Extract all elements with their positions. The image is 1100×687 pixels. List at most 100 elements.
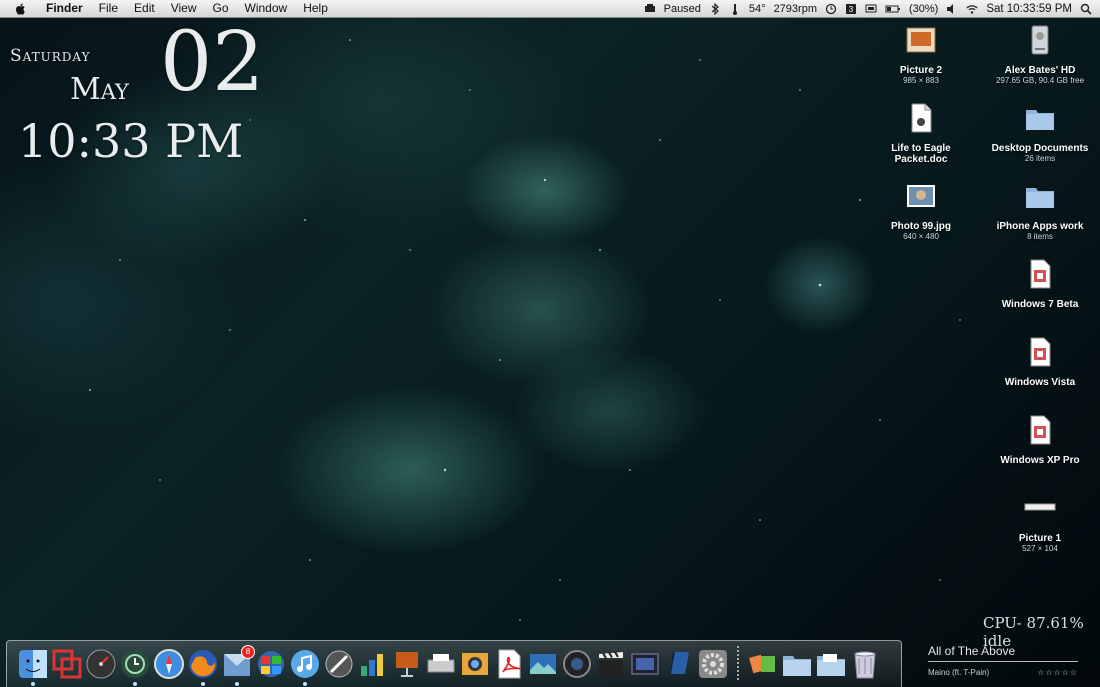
dock-applications-stack[interactable] xyxy=(747,648,779,680)
menu-file[interactable]: File xyxy=(91,0,126,17)
desktop-icon-label: Desktop Documents xyxy=(991,143,1089,154)
itunes-icon xyxy=(291,650,319,678)
clock-day: Saturday xyxy=(10,46,91,66)
book-icon xyxy=(669,652,689,674)
bluetooth-icon[interactable] xyxy=(709,2,721,15)
now-playing-row: Maino (ft. T-Pain) ☆☆☆☆☆ xyxy=(928,668,1078,677)
desktop-icon-life-to-eagle[interactable]: Life to Eagle Packet.doc xyxy=(866,102,976,165)
unread-badge: 8 xyxy=(241,645,255,659)
running-indicator xyxy=(31,682,35,686)
dock-acrobat[interactable] xyxy=(493,648,525,680)
dock-divider xyxy=(737,646,739,682)
desktop-icon-desktop-documents[interactable]: Desktop Documents 26 items xyxy=(985,102,1095,164)
dock-film[interactable] xyxy=(629,648,661,680)
dock-time-machine[interactable] xyxy=(119,648,151,686)
dock-itunes[interactable] xyxy=(289,648,321,686)
desktop-icon-windows-xp-pro[interactable]: Windows XP Pro xyxy=(985,414,1095,466)
fan-speed-readout[interactable]: 2793rpm xyxy=(774,3,817,15)
dock-folder-stack-1[interactable] xyxy=(781,648,813,680)
numbers-icon xyxy=(361,654,383,676)
temperature-readout[interactable]: 54° xyxy=(749,3,766,15)
clock-time: 10:33 PM xyxy=(18,114,244,168)
running-indicator xyxy=(303,682,307,686)
desktop-icon-hard-drive[interactable]: Alex Bates' HD 297.65 GB, 90.4 GB free xyxy=(985,24,1095,86)
desktop-icon-windows-7-beta[interactable]: Windows 7 Beta xyxy=(985,258,1095,310)
dock-mail[interactable]: 8 xyxy=(221,645,255,686)
dock-safari[interactable] xyxy=(153,648,185,680)
dock-trash[interactable] xyxy=(849,648,881,680)
desktop-icon-windows-vista[interactable]: Windows Vista xyxy=(985,336,1095,388)
playback-icon[interactable] xyxy=(644,3,656,15)
desktop-icon-label: Picture 1 xyxy=(1018,533,1062,544)
desktop-icon-label: Photo 99.jpg xyxy=(891,221,951,232)
dock-parallels[interactable] xyxy=(51,648,83,680)
time-machine-icon[interactable] xyxy=(825,3,837,15)
temperature-icon xyxy=(732,3,737,15)
desktop-icon-iphone-apps-work[interactable]: iPhone Apps work 8 items xyxy=(985,180,1095,242)
desktop-icon-info: 8 items xyxy=(1027,232,1053,241)
desktop-icon-label: Windows XP Pro xyxy=(1000,455,1080,466)
dock-keynote[interactable] xyxy=(391,648,423,680)
desktop-icon-picture-2[interactable]: Picture 2 985 × 883 xyxy=(866,24,976,86)
image-icon xyxy=(1024,503,1056,511)
trash-icon xyxy=(854,651,876,679)
playback-status[interactable]: Paused xyxy=(664,3,701,15)
iphoto-icon xyxy=(462,653,488,675)
desktop-icon-photo-99[interactable]: Photo 99.jpg 640 × 480 xyxy=(866,180,976,242)
desktop-icon-label: Picture 2 xyxy=(899,65,943,76)
clock-date: 02 xyxy=(160,15,265,110)
volume-icon[interactable] xyxy=(946,3,958,15)
folder-stack-icon xyxy=(817,654,845,676)
hard-drive-icon xyxy=(1031,25,1049,55)
dock-dashboard[interactable] xyxy=(85,648,117,680)
now-playing-artist: Maino (ft. T-Pain) xyxy=(928,668,990,677)
dock-clapper[interactable] xyxy=(595,648,627,680)
menu-edit[interactable]: Edit xyxy=(126,0,163,17)
dashboard-icon xyxy=(86,649,116,679)
vm-icon xyxy=(1030,259,1051,289)
clock-month: May xyxy=(70,72,129,107)
running-indicator xyxy=(201,682,205,686)
dock-iphoto[interactable] xyxy=(459,648,491,680)
rating-stars[interactable]: ☆☆☆☆☆ xyxy=(1037,668,1078,677)
dock-system-preferences[interactable] xyxy=(697,648,729,680)
photo-icon xyxy=(907,185,935,207)
wifi-icon[interactable] xyxy=(966,3,978,15)
battery-percent[interactable]: (30%) xyxy=(909,3,938,15)
display-icon[interactable] xyxy=(865,3,877,15)
apple-icon[interactable] xyxy=(14,2,28,16)
chat-icon xyxy=(258,651,284,677)
document-icon xyxy=(911,103,932,133)
folder-icon xyxy=(1026,188,1054,208)
script-icon[interactable]: 3 xyxy=(845,3,857,15)
dock-folder-stack-2[interactable] xyxy=(815,648,847,680)
finder-icon xyxy=(19,650,47,678)
dock-numbers[interactable] xyxy=(357,648,389,680)
desktop-icon-info: 640 × 480 xyxy=(903,232,939,241)
time-machine-icon xyxy=(121,650,149,678)
film-icon xyxy=(631,653,659,675)
image-icon xyxy=(906,27,936,53)
dock-app[interactable] xyxy=(323,648,355,680)
desktop-icon-info: 527 × 104 xyxy=(1022,544,1058,553)
preview-icon xyxy=(530,654,556,674)
menu-help[interactable]: Help xyxy=(295,0,336,17)
dock-chat[interactable] xyxy=(255,648,287,680)
menu-app-finder[interactable]: Finder xyxy=(38,0,91,17)
battery-icon[interactable] xyxy=(885,3,901,15)
desktop-icon-picture-1[interactable]: Picture 1 527 × 104 xyxy=(985,492,1095,554)
dock-camera[interactable] xyxy=(561,648,593,680)
dock-book[interactable] xyxy=(663,648,695,680)
spotlight-icon[interactable] xyxy=(1080,3,1092,15)
folder-stack-icon xyxy=(783,656,811,676)
desktop-icon-info: 985 × 883 xyxy=(903,76,939,85)
desktop-icon-info: 26 items xyxy=(1024,154,1056,163)
dock-finder[interactable] xyxy=(17,648,49,686)
dock-firefox[interactable] xyxy=(187,648,219,686)
acrobat-icon xyxy=(498,649,521,679)
desktop-icon-label: Windows Vista xyxy=(1004,377,1076,388)
dock-preview[interactable] xyxy=(527,648,559,680)
dock-printer[interactable] xyxy=(425,648,457,680)
menu-clock[interactable]: Sat 10:33:59 PM xyxy=(986,3,1072,15)
now-playing-title[interactable]: All of The Above xyxy=(928,644,1078,662)
